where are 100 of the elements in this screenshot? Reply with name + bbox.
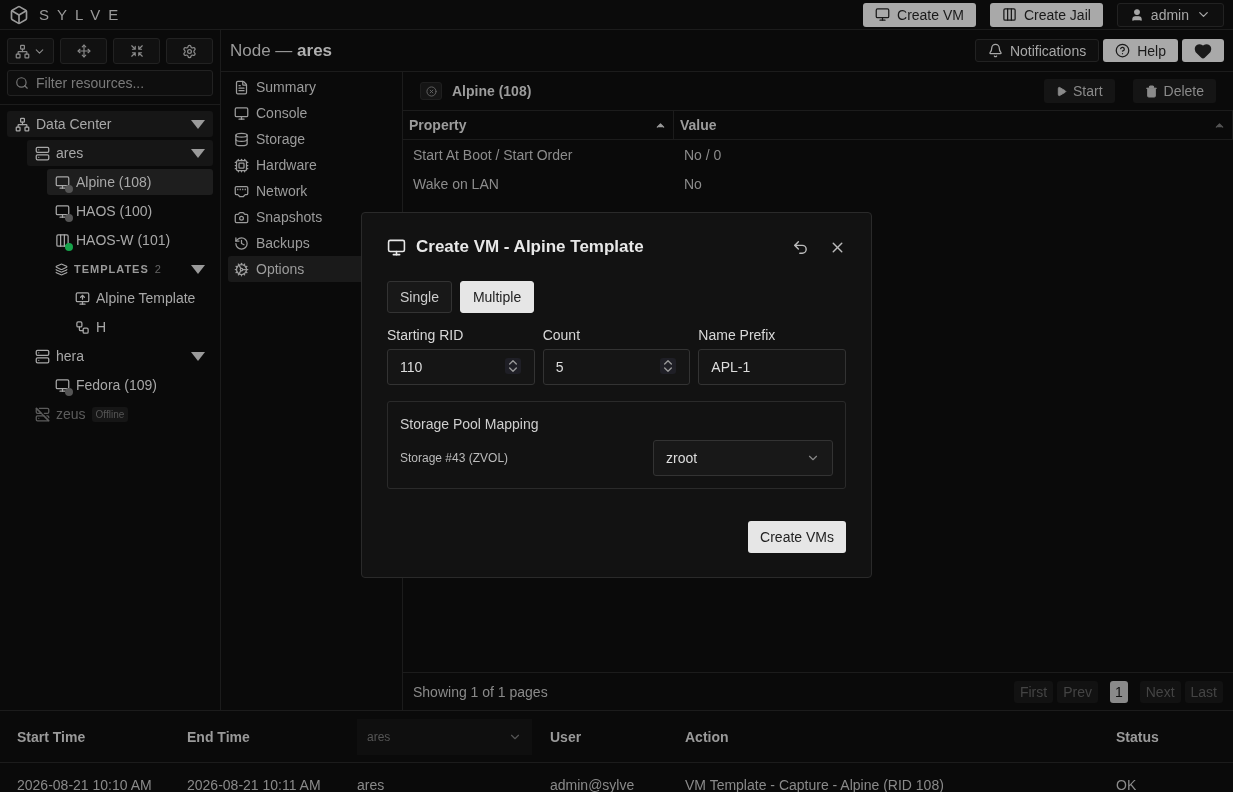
tree-item[interactable]: Fedora (109) [47, 372, 213, 398]
tree-item[interactable]: HAOS (100) [47, 198, 213, 224]
tree-label: hera [56, 348, 86, 364]
reset-button[interactable] [792, 238, 809, 256]
number-field[interactable]: 5 [542, 349, 691, 385]
jail-icon [1001, 7, 1017, 22]
play-icon [1055, 85, 1067, 97]
history-icon [234, 235, 249, 251]
table-cell-text: 2026-08-21 10:11 AM [187, 776, 322, 792]
field-label: Starting RID [387, 327, 465, 343]
table-cell-text: No / 0 [683, 146, 723, 163]
tree-item[interactable]: ares [27, 140, 213, 166]
page-button[interactable]: 1 [1109, 680, 1128, 703]
delete-button[interactable]: Delete [1132, 79, 1216, 103]
header-button[interactable]: Create Jail [989, 2, 1103, 27]
collapse-button[interactable] [113, 38, 160, 64]
chip-icon [234, 157, 249, 173]
column-header: Action [685, 728, 730, 745]
menu-item[interactable]: Storage [228, 126, 395, 152]
server-icon [35, 145, 50, 161]
tree-item[interactable]: Alpine Template [67, 285, 213, 311]
tree-label: H [96, 319, 108, 335]
table-cell-text: ares [357, 776, 386, 792]
help-icon [1115, 43, 1131, 58]
settings-icon [182, 43, 197, 59]
input-field[interactable]: APL-1 [698, 349, 846, 385]
caret-icon[interactable] [191, 351, 205, 361]
server-off-icon [35, 406, 50, 422]
settings-button[interactable] [166, 38, 213, 64]
tree-item[interactable]: TEMPLATES 2 [47, 256, 213, 282]
table-cell-text: VM Template - Capture - Alpine (RID 108) [685, 776, 945, 792]
tree-label: Fedora (109) [76, 377, 158, 393]
brand-name: SYLVE [39, 6, 127, 23]
expand-button[interactable] [60, 38, 107, 64]
tree-item[interactable]: H [67, 314, 213, 340]
caret-icon[interactable] [191, 264, 205, 274]
tree-item[interactable]: hera [27, 343, 213, 369]
table-cell-text: 2026-08-21 10:10 AM [17, 776, 153, 792]
caret-icon[interactable] [191, 148, 205, 158]
count-label: 2 [154, 263, 162, 275]
column-header: Status [1116, 728, 1160, 745]
hierarchy-icon [15, 43, 30, 59]
table-cell-text: admin@sylve [550, 776, 636, 792]
mode-tab[interactable]: Multiple [459, 281, 535, 313]
menu-item[interactable]: Network [228, 178, 395, 204]
tree-label: Alpine (108) [76, 174, 153, 190]
menu-item[interactable]: Summary [228, 74, 395, 100]
undo-icon [792, 238, 809, 256]
column-header[interactable]: Property [403, 111, 674, 139]
column-header: End Time [187, 728, 251, 745]
start-button[interactable]: Start [1043, 79, 1115, 103]
cube-logo-icon [9, 4, 29, 25]
bell-icon [987, 43, 1003, 58]
header-button[interactable]: Create VM [863, 2, 976, 27]
mapping-label: Storage #43 (ZVOL) [400, 451, 509, 465]
stepper-icon [660, 358, 677, 374]
expand-icon [76, 44, 91, 58]
menu-item[interactable]: Console [228, 100, 395, 126]
tree-item[interactable]: Data Center [7, 111, 213, 137]
notifications-button[interactable]: Notifications [974, 39, 1100, 62]
tree-label: HAOS-W (101) [76, 232, 172, 248]
table-cell-text: OK [1116, 776, 1138, 792]
user-icon [1129, 7, 1144, 22]
ethernet-icon [234, 183, 249, 199]
mode-tab[interactable]: Single [387, 281, 452, 313]
page-title: Node — ares [230, 40, 333, 61]
heart-icon [1194, 41, 1212, 60]
monitor-icon [875, 7, 890, 22]
nodes-icon [75, 319, 90, 335]
favorite-button[interactable] [1182, 39, 1224, 62]
help-button[interactable]: Help [1103, 39, 1178, 62]
number-field[interactable]: 110 [387, 349, 535, 385]
filter-field[interactable]: Filter resources... [7, 70, 213, 96]
dialog-title: Create VM - Alpine Template [416, 237, 645, 257]
monitor-icon [387, 237, 406, 257]
document-icon [234, 79, 249, 95]
tree-label: ares [56, 145, 85, 161]
monitor-icon [234, 105, 249, 121]
tree-item[interactable]: HAOS-W (101) [47, 227, 213, 253]
user-menu-button[interactable]: admin [1116, 2, 1224, 27]
menu-item[interactable]: Hardware [228, 152, 395, 178]
status-badge: Offline [91, 406, 129, 422]
create-vms-button[interactable]: Create VMs [748, 521, 846, 553]
column-header[interactable]: Value [674, 111, 1233, 139]
field-label: Name Prefix [698, 327, 777, 343]
monitor-icon [75, 290, 90, 306]
field-label: Count [542, 327, 581, 343]
tree-item[interactable]: Alpine (108) [47, 169, 213, 195]
gear-icon [234, 261, 249, 277]
caret-icon[interactable] [191, 119, 205, 129]
collapse-icon [129, 44, 144, 58]
column-header: User [550, 728, 583, 745]
pool-select[interactable]: zroot [653, 440, 833, 476]
menu-item[interactable]: Backups [228, 230, 395, 256]
column-header: Start Time [17, 728, 87, 745]
tree-view-button[interactable] [7, 38, 54, 64]
layers-icon [55, 262, 68, 276]
tree-label: Data Center [36, 116, 113, 132]
menu-item[interactable]: Snapshots [228, 204, 395, 230]
section-title: Storage Pool Mapping [400, 416, 540, 432]
